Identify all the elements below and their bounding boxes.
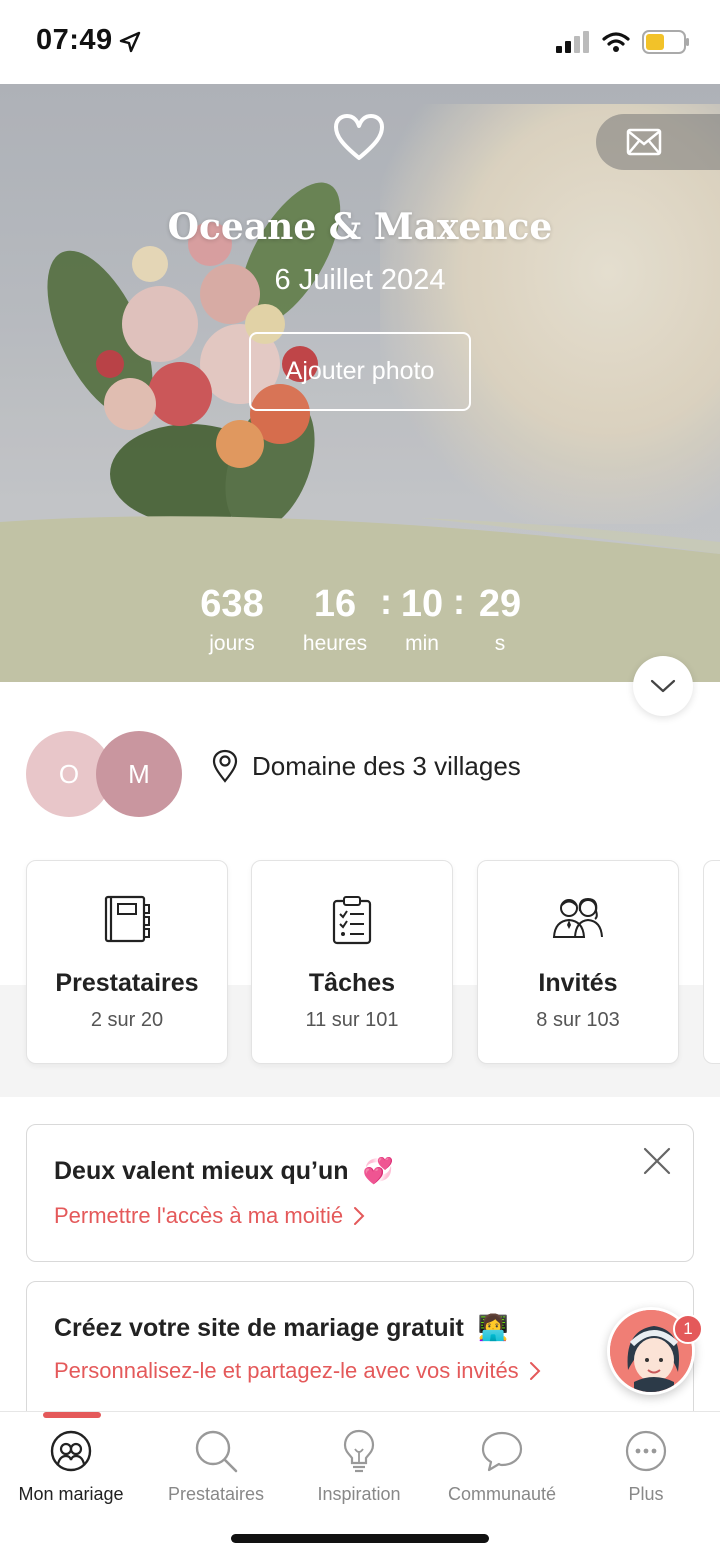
countdown-days-label: jours (209, 632, 255, 655)
guests-icon (552, 897, 603, 938)
card-title: Invités (538, 969, 618, 997)
nav-community[interactable]: Communauté (432, 1426, 572, 1505)
more-icon (625, 1430, 667, 1472)
partner-access-link[interactable]: Permettre l'accès à ma moitié (54, 1203, 365, 1229)
battery-icon (642, 30, 689, 54)
wedding-website-link[interactable]: Personnalisez-le et partagez-le avec vos… (54, 1358, 541, 1384)
checklist-icon (332, 896, 372, 945)
promo-link-label: Personnalisez-le et partagez-le avec vos… (54, 1358, 519, 1383)
promo-title: Créez votre site de mariage gratuit (54, 1314, 464, 1342)
notebook-icon (104, 895, 150, 943)
close-promo-button[interactable] (643, 1147, 671, 1180)
promo-link-label: Permettre l'accès à ma moitié (54, 1203, 344, 1228)
chevron-down-icon (650, 679, 676, 693)
countdown-separator: : (380, 581, 392, 622)
chevron-right-icon (529, 1362, 541, 1380)
cellular-signal-icon (556, 31, 589, 53)
status-time: 07:49 (36, 24, 113, 56)
collapse-hero-button[interactable] (633, 656, 693, 716)
card-guests[interactable]: Invités 8 sur 103 (477, 860, 679, 1064)
home-indicator (231, 1534, 489, 1543)
card-next-partial[interactable] (703, 860, 720, 1064)
card-title: Tâches (308, 969, 396, 997)
venue[interactable]: Domaine des 3 villages (212, 749, 521, 783)
nav-label: Mon mariage (18, 1484, 124, 1504)
status-bar: 07:49 (0, 0, 720, 84)
countdown-minutes-label: min (405, 632, 439, 655)
countdown-separator: : (453, 581, 465, 622)
chat-notification-badge: 1 (673, 1314, 703, 1344)
envelope-icon (626, 128, 662, 156)
search-icon (195, 1430, 238, 1473)
wifi-icon (602, 32, 630, 52)
promo-emoji: 👩‍💻 (477, 1314, 510, 1342)
countdown-hours-label: heures (302, 632, 368, 655)
card-count: 11 sur 101 (305, 1009, 399, 1031)
status-icons (556, 30, 690, 54)
countdown-minutes: 10 min (392, 584, 452, 656)
promo-emoji: 💞 (362, 1157, 394, 1185)
nav-my-wedding[interactable]: Mon mariage (1, 1426, 141, 1505)
nav-label: Plus (628, 1484, 664, 1504)
promo-title: Deux valent mieux qu’un (54, 1157, 349, 1185)
nav-vendors[interactable]: Prestataires (146, 1426, 286, 1505)
couple-names: Oceane & Maxence (167, 206, 553, 248)
countdown-days: 638 jours (182, 584, 282, 656)
nav-more[interactable]: Plus (576, 1426, 716, 1505)
heart-icon (334, 114, 384, 160)
venue-name: Domaine des 3 villages (252, 750, 521, 781)
lightbulb-icon (343, 1429, 375, 1473)
card-title: Prestataires (55, 969, 199, 997)
countdown-hours: 16 heures (290, 584, 380, 656)
nav-label: Prestataires (167, 1484, 265, 1504)
countdown-hours-value: 16 (313, 583, 357, 625)
active-tab-indicator (43, 1412, 101, 1418)
nav-inspiration[interactable]: Inspiration (289, 1426, 429, 1505)
wedding-date: 6 Juillet 2024 (274, 264, 446, 296)
chevron-right-icon (354, 1207, 365, 1225)
map-pin-icon (212, 749, 238, 783)
countdown-seconds-value: 29 (478, 583, 522, 625)
countdown-minutes-value: 10 (400, 583, 444, 625)
location-arrow-icon (119, 31, 141, 53)
nav-label: Inspiration (317, 1484, 401, 1504)
card-tasks[interactable]: Tâches 11 sur 101 (251, 860, 453, 1064)
card-count: 8 sur 103 (536, 1009, 620, 1031)
messages-button[interactable] (596, 114, 720, 170)
nav-label: Communauté (447, 1484, 557, 1504)
card-count: 2 sur 20 (90, 1009, 164, 1031)
chat-bubble-icon (481, 1431, 523, 1472)
card-vendors[interactable]: Prestataires 2 sur 20 (26, 860, 228, 1064)
rings-icon (50, 1430, 92, 1472)
countdown-seconds: 29 s (470, 584, 530, 656)
countdown-days-value: 638 (200, 583, 264, 625)
countdown-seconds-label: s (494, 632, 506, 655)
add-photo-button[interactable]: Ajouter photo (249, 332, 471, 411)
promo-partner-access: Deux valent mieux qu’un 💞 Permettre l'ac… (26, 1124, 694, 1262)
partner-avatar-m[interactable]: M (96, 731, 182, 817)
close-icon (643, 1147, 671, 1175)
